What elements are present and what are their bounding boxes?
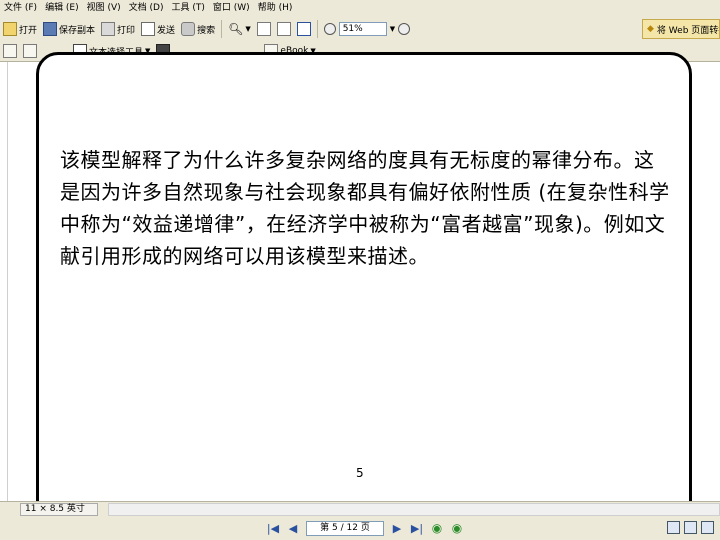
menu-help[interactable]: 帮助 (H) [254,0,297,17]
web-icon: ◆ [647,24,654,34]
menu-window[interactable]: 窗口 (W) [209,0,254,17]
printer-icon [101,22,116,36]
hand-tool-button[interactable] [0,41,20,61]
toolbar-divider [221,20,223,38]
save-copy-button[interactable]: 保存副本 [40,19,98,39]
web-convert-button[interactable]: ◆ 将 Web 页面转换为 [642,19,720,39]
menu-edit[interactable]: 编辑 (E) [41,0,83,17]
slide-border [36,52,692,524]
document-view[interactable]: 该模型解释了为什么许多复杂网络的度具有无标度的幂律分布。这是因为许多自然现象与社… [0,52,720,524]
slide-body-text: 该模型解释了为什么许多复杂网络的度具有无标度的幂律分布。这是因为许多自然现象与社… [60,148,670,268]
snapshot-arrange-button[interactable] [20,41,40,61]
menu-view[interactable]: 视图 (V) [83,0,125,17]
zoom-out-button[interactable] [321,19,339,39]
folder-icon [3,22,17,36]
page-nav-controls: |◀ ◀ 第 5 / 12 页 ▶ ▶| ◉ ◉ [266,520,464,536]
open-label: 打开 [19,25,38,36]
slide-page-number: 5 [356,466,364,480]
next-page-icon[interactable]: ▶ [390,521,404,535]
page-size-indicator: 11 × 8.5 英寸 [20,502,98,516]
actual-size-button[interactable] [254,19,274,39]
page-layout-buttons [667,521,714,534]
toolbar-divider [316,20,318,38]
menu-bar: 文件 (F) 编辑 (E) 视图 (V) 文档 (D) 工具 (T) 窗口 (W… [0,0,720,17]
pages-icon [23,44,37,58]
email-label: 发送 [157,25,176,36]
save-icon [43,22,58,36]
search-label: 搜索 [197,25,216,36]
email-button[interactable]: 发送 [138,19,178,39]
zoom-tool-button[interactable]: 🔍︎ ▼ [225,19,254,39]
fit-width-button[interactable] [294,19,314,39]
page-navigation-bar: |◀ ◀ 第 5 / 12 页 ▶ ▶| ◉ ◉ [0,516,720,540]
continuous-icon[interactable] [684,521,697,534]
menu-file[interactable]: 文件 (F) [0,0,41,17]
first-page-icon[interactable]: |◀ [266,521,280,535]
fit-width-icon [296,22,311,36]
search-button[interactable]: 搜索 [178,19,218,39]
chevron-down-icon: ▼ [245,25,251,33]
status-bar: 11 × 8.5 英寸 [0,501,720,516]
single-page-icon[interactable] [667,521,680,534]
page-number-field[interactable]: 第 5 / 12 页 [306,520,384,536]
continuous-facing-icon[interactable] [701,521,714,534]
zoom-in-button[interactable] [395,19,413,39]
fit-page-button[interactable] [274,19,294,39]
navigation-pane-edge[interactable] [0,62,8,516]
open-button[interactable]: 打开 [0,19,40,39]
main-toolbar: 打开 保存副本 打印 发送 搜索 🔍︎ ▼ 51% ▼ ◆ 将 Web 页面转换… [0,17,720,41]
menu-document[interactable]: 文档 (D) [125,0,168,17]
zoom-in-icon [398,23,411,35]
print-button[interactable]: 打印 [98,19,138,39]
last-page-icon[interactable]: ▶| [410,521,424,535]
back-view-icon[interactable]: ◉ [430,521,444,535]
zoom-out-icon [323,23,336,35]
web-convert-label: 将 Web 页面转换为 [656,25,719,36]
page-icon [256,22,271,36]
menu-tools[interactable]: 工具 (T) [168,0,209,17]
zoom-input[interactable]: 51% [338,22,387,36]
magnifier-icon: 🔍︎ [228,22,244,36]
save-copy-label: 保存副本 [59,25,96,36]
print-label: 打印 [117,25,136,36]
binoculars-icon [181,22,196,36]
forward-view-icon[interactable]: ◉ [450,521,464,535]
previous-page-icon[interactable]: ◀ [286,521,300,535]
fit-page-icon [276,22,291,36]
horizontal-scrollbar[interactable] [108,502,720,516]
hand-icon [3,44,17,58]
email-icon [141,22,156,36]
